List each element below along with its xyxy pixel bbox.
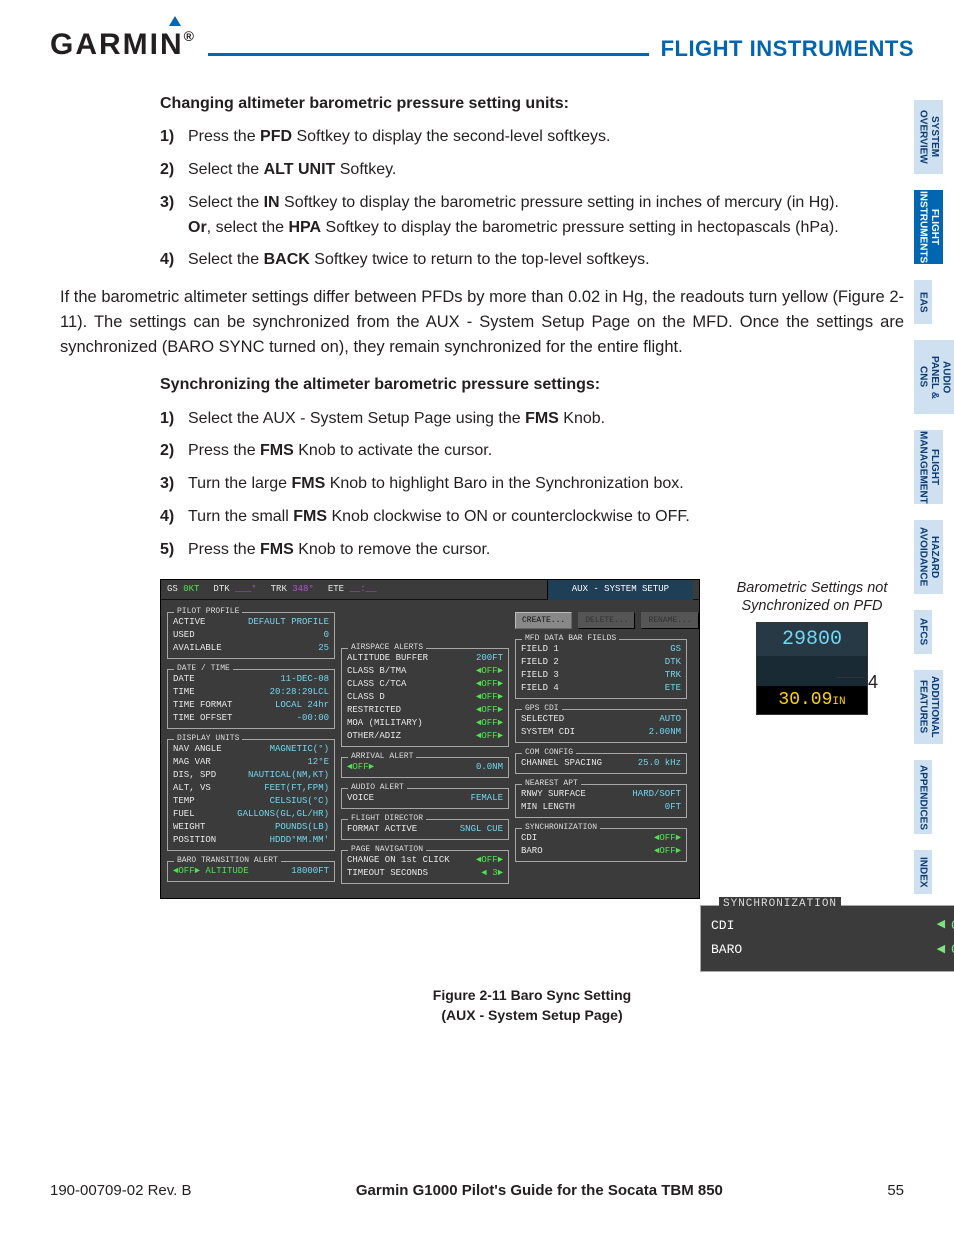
baro-display: 29800 30.09IN [756,622,868,715]
box-flight-director: FLIGHT DIRECTOR FORMAT ACTIVESNGL CUE [341,819,509,840]
box-gps-cdi: GPS CDISELECTEDAUTOSYSTEM CDI2.00NM [515,709,687,743]
side-tab[interactable]: AFCS [914,610,932,654]
doc-number: 190-00709-02 Rev. B [50,1182,191,1199]
box-display-units: DISPLAY UNITSNAV ANGLEMAGNETIC(°)MAG VAR… [167,739,335,851]
step: 1)Press the PFD Softkey to display the s… [160,125,904,150]
side-tab[interactable]: EAS [914,280,932,324]
side-tab[interactable]: FLIGHT INSTRUMENTS [914,190,943,264]
step: 1)Select the AUX - System Setup Page usi… [160,407,904,432]
box-com-config: COM CONFIG CHANNEL SPACING25.0 kHz [515,753,687,774]
step: 2)Press the FMS Knob to activate the cur… [160,439,904,464]
page-number: 55 [887,1182,904,1199]
figure-caption: Figure 2-11 Baro Sync Setting (AUX - Sys… [160,986,904,1025]
box-page-navigation: PAGE NAVIGATIONCHANGE ON 1st CLICK◄OFF►T… [341,850,509,884]
box-airspace-alerts: AIRSPACE ALERTSALTITUDE BUFFER200FTCLASS… [341,648,509,747]
step: 2)Select the ALT UNIT Softkey. [160,158,904,183]
logo-triangle-icon [169,16,181,26]
side-tab[interactable]: HAZARD AVOIDANCE [914,520,943,594]
section-title: FLIGHT INSTRUMENTS [661,36,914,62]
box-mfd-data-bar: MFD DATA BAR FIELDSFIELD 1GSFIELD 2DTKFI… [515,639,687,699]
sync-row-cdi: CDI◀OFF▶ [711,914,954,939]
box-nearest-apt: NEAREST APTRNWY SURFACEHARD/SOFTMIN LENG… [515,784,687,818]
proc1-title: Changing altimeter barometric pressure s… [160,92,904,115]
side-tab[interactable]: AUDIO PANEL & CNS [914,340,954,414]
figure-callouts: Barometric Settings not Synchronized on … [720,579,904,716]
proc2-title: Synchronizing the altimeter barometric p… [160,373,904,396]
left-arrow-icon[interactable]: ◀ [937,943,945,959]
garmin-logo: GARMIN® [50,28,196,62]
box-synchronization: SYNCHRONIZATIONCDI◄OFF►BARO◄OFF► [515,828,687,862]
step: 3)Select the IN Softkey to display the b… [160,191,904,241]
sync-callout-title: SYNCHRONIZATION [719,897,841,913]
box-arrival-alert: ARRIVAL ALERT ◄OFF►0.0NM [341,757,509,778]
side-tab[interactable]: INDEX [914,850,932,894]
side-tab[interactable]: APPENDICES [914,760,932,834]
profile-buttons: CREATE... DELETE... RENAME... [515,612,687,630]
box-audio-alert: AUDIO ALERT VOICEFEMALE [341,788,509,809]
delete-button[interactable]: DELETE... [578,612,635,630]
callout-number-4: 4 [868,669,878,695]
page: GARMIN® FLIGHT INSTRUMENTS Changing alti… [0,0,954,1025]
baro-main-value: 29800 [757,623,867,656]
brand-text: GARMIN [50,28,184,61]
footer: 190-00709-02 Rev. B Garmin G1000 Pilot's… [50,1182,904,1199]
rename-button[interactable]: RENAME... [641,612,698,630]
baro-note: Barometric Settings not Synchronized on … [720,579,904,617]
step: 5)Press the FMS Knob to remove the curso… [160,538,904,563]
create-button[interactable]: CREATE... [515,612,572,630]
header: GARMIN® FLIGHT INSTRUMENTS [50,28,914,62]
mfd-page-title: AUX - SYSTEM SETUP [547,580,693,600]
body-paragraph: If the barometric altimeter settings dif… [60,285,904,359]
procedure-2: Synchronizing the altimeter barometric p… [50,373,914,1025]
figure-wrap: GS 0KT DTK ___° TRK 348° ETE __:__ AUX -… [160,579,904,899]
step: 4)Select the BACK Softkey twice to retur… [160,248,904,273]
mfd-screen: GS 0KT DTK ___° TRK 348° ETE __:__ AUX -… [160,579,700,899]
side-tab[interactable]: FLIGHT MANAGEMENT [914,430,943,504]
side-tabs: SYSTEM OVERVIEW FLIGHT INSTRUMENTS EAS AUDI… [914,100,954,910]
side-tab[interactable]: SYSTEM OVERVIEW [914,100,943,174]
box-date-time: DATE / TIMEDATE11-DEC-08TIME20:28:29LCLT… [167,669,335,729]
left-arrow-icon[interactable]: ◀ [937,918,945,934]
sync-row-baro: BARO◀OFF▶ [711,938,954,963]
doc-title: Garmin G1000 Pilot's Guide for the Socat… [356,1182,723,1199]
side-tab[interactable]: ADDITIONAL FEATURES [914,670,943,744]
box-pilot-profile: PILOT PROFILEACTIVEDEFAULT PROFILEUSED0A… [167,612,335,659]
sync-callout: SYNCHRONIZATION CDI◀OFF▶ BARO◀OFF▶ [700,905,954,973]
baro-yellow-value: 30.09IN [758,687,866,713]
procedure-1: Changing altimeter barometric pressure s… [50,92,914,273]
box-baro-transition: BARO TRANSITION ALERT ◄OFF► ALTITUDE1800… [167,861,335,882]
header-rule [208,53,649,56]
step: 3)Turn the large FMS Knob to highlight B… [160,472,904,497]
step: 4)Turn the small FMS Knob clockwise to O… [160,505,904,530]
